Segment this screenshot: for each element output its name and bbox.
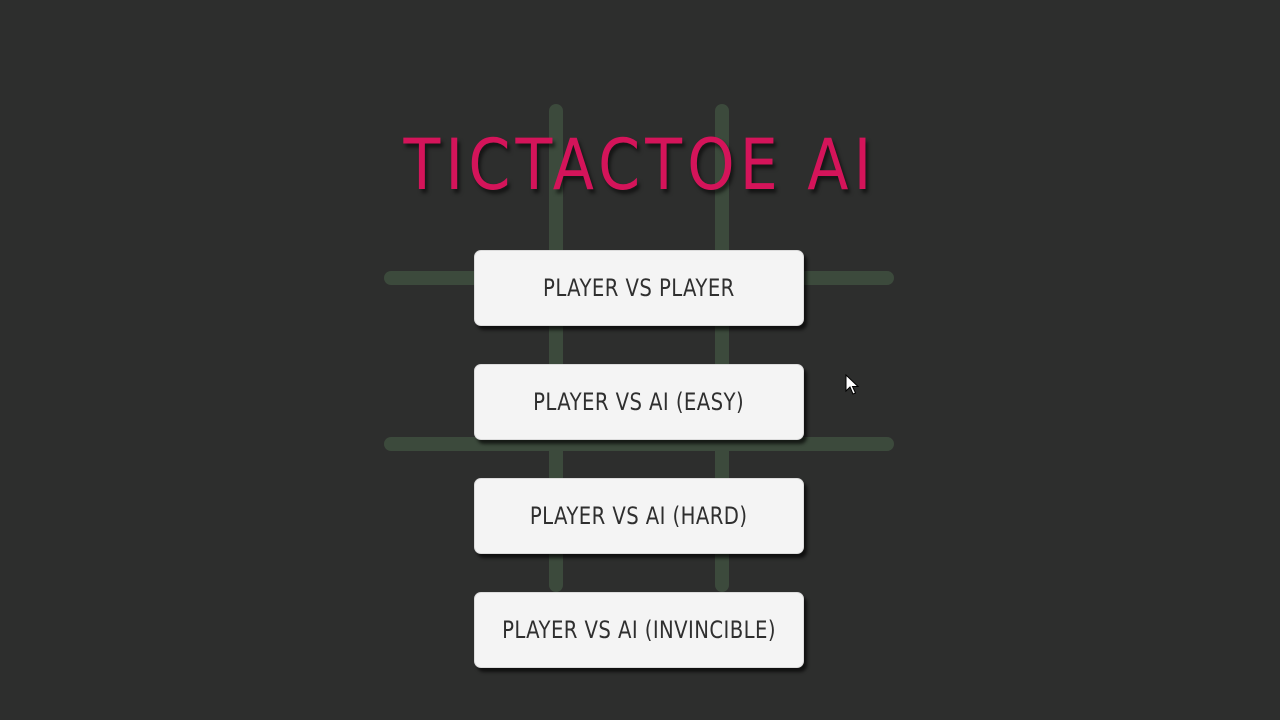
button-label: PLAYER VS PLAYER <box>543 274 735 302</box>
player-vs-player-button[interactable]: PLAYER VS PLAYER <box>474 250 804 326</box>
button-label: PLAYER VS AI (INVINCIBLE) <box>502 616 776 644</box>
player-vs-ai-hard-button[interactable]: PLAYER VS AI (HARD) <box>474 478 804 554</box>
player-vs-ai-easy-button[interactable]: PLAYER VS AI (EASY) <box>474 364 804 440</box>
button-label: PLAYER VS AI (EASY) <box>533 388 745 416</box>
main-menu-screen: TICTACTOE AI PLAYER VS PLAYER PLAYER VS … <box>0 0 1280 720</box>
player-vs-ai-invincible-button[interactable]: PLAYER VS AI (INVINCIBLE) <box>474 592 804 668</box>
button-label: PLAYER VS AI (HARD) <box>530 502 748 530</box>
mouse-pointer-icon <box>845 374 859 395</box>
game-title: TICTACTOE AI <box>403 124 877 206</box>
